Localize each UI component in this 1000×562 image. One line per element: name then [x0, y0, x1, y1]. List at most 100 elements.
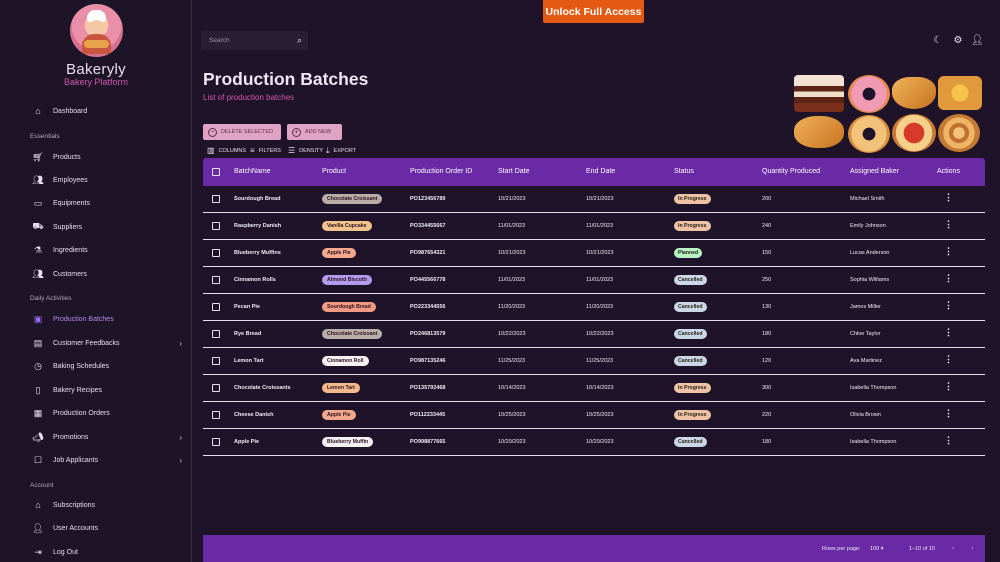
sidebar-item-ingredients[interactable]: ⚗ Ingredients	[30, 241, 188, 259]
more-vertical-icon[interactable]: ⋮	[944, 328, 953, 337]
row-checkbox[interactable]	[212, 303, 220, 311]
cell-baker: Sophia Williams	[850, 277, 890, 283]
row-checkbox[interactable]	[212, 222, 220, 230]
status-badge: Cancelled	[674, 437, 707, 447]
user-gear-icon: 👤︎	[32, 522, 44, 533]
cell-order: PO987135246	[410, 358, 446, 364]
search-icon[interactable]: ⌕	[297, 35, 302, 46]
product-chip: Apple Pie	[322, 248, 356, 258]
column-header[interactable]: End Date	[586, 168, 615, 175]
cell-baker: James Miller	[850, 304, 881, 310]
rows-per-page-select[interactable]: 100 ▾	[870, 546, 883, 552]
row-checkbox[interactable]	[212, 330, 220, 338]
table-row[interactable]: Cinnamon Rolls Almond Biscotti PO445566778…	[203, 267, 985, 294]
table-row[interactable]: Sourdough Bread Chocolate Croissant PO1234…	[203, 186, 985, 213]
user-icon[interactable]: 👤︎	[971, 35, 984, 46]
chevron-right-icon[interactable]: ›	[971, 543, 974, 552]
row-checkbox[interactable]	[212, 357, 220, 365]
sidebar-item-equipments[interactable]: ▭ Equipments	[30, 194, 188, 212]
search-input[interactable]: Search ⌕	[201, 31, 308, 50]
product-chip: Almond Biscotti	[322, 275, 372, 285]
sidebar-item-label: Dashboard	[53, 107, 88, 115]
sidebar-item-label: Products	[53, 153, 81, 161]
pagination-range: 1–10 of 10	[909, 546, 935, 552]
table-row[interactable]: Raspberry Danish Vanilla Cupcake PO3344556…	[203, 213, 985, 240]
cell-order: PO987654321	[410, 250, 446, 256]
cell-order: PO135792468	[410, 385, 446, 391]
status-badge: Cancelled	[674, 302, 707, 312]
row-checkbox[interactable]	[212, 438, 220, 446]
row-checkbox[interactable]	[212, 411, 220, 419]
production-batches-table: BatchName Product Production Order ID St…	[203, 158, 985, 562]
column-header[interactable]: Start Date	[498, 168, 530, 175]
column-header[interactable]: Product	[322, 168, 346, 175]
density-button[interactable]: ☰ DENSITY	[288, 146, 323, 155]
sidebar-item-production-batches[interactable]: ▣ Production Batches	[30, 310, 188, 328]
cell-batch: Rye Bread	[234, 331, 262, 337]
table-row[interactable]: Rye Bread Chocolate Croissant PO246813579 1…	[203, 321, 985, 348]
product-chip: Lemon Tart	[322, 383, 360, 393]
bank-icon: ⌂	[35, 500, 41, 510]
row-checkbox[interactable]	[212, 195, 220, 203]
more-vertical-icon[interactable]: ⋮	[944, 436, 953, 445]
cell-order: PO998877665	[410, 439, 446, 445]
table-row[interactable]: Cheese Danish Apple Pie PO112233445 10/25/2…	[203, 402, 985, 429]
more-vertical-icon[interactable]: ⋮	[944, 220, 953, 229]
column-header[interactable]: Status	[674, 168, 694, 175]
delete-selected-button[interactable]: − DELETE SELECTED	[203, 124, 281, 140]
sidebar-item-label: Suppliers	[53, 223, 83, 231]
more-vertical-icon[interactable]: ⋮	[944, 409, 953, 418]
column-header[interactable]: Production Order ID	[410, 168, 472, 175]
sidebar-item-products[interactable]: 🛒︎ Products	[30, 148, 188, 166]
columns-button[interactable]: ▥ COLUMNS	[207, 146, 246, 155]
sidebar-item-baking-schedules[interactable]: ◷ Baking Schedules	[30, 357, 188, 375]
sidebar-item-job-applicants[interactable]: ☐ Job Applicants ›	[30, 451, 188, 469]
row-checkbox[interactable]	[212, 249, 220, 257]
sidebar-item-subscriptions[interactable]: ⌂ Subscriptions	[30, 496, 188, 514]
unlock-full-access-button[interactable]: Unlock Full Access	[543, 0, 644, 23]
table-row[interactable]: Lemon Tart Cinnamon Roll PO987135246 11/25/…	[203, 348, 985, 375]
pagination-bar: Rows per page: 100 ▾ 1–10 of 10 ‹ ›	[203, 535, 985, 562]
more-vertical-icon[interactable]: ⋮	[944, 355, 953, 364]
sidebar-item-label: Production Batches	[53, 315, 114, 323]
section-account: Account	[30, 482, 54, 489]
more-vertical-icon[interactable]: ⋮	[944, 274, 953, 283]
export-button[interactable]: ⤓ EXPORT	[326, 146, 356, 156]
sidebar-item-user-accounts[interactable]: 👤︎ User Accounts	[30, 519, 188, 537]
cell-start: 10/14/2023	[498, 385, 526, 391]
column-header[interactable]: Assigned Baker	[850, 168, 899, 175]
table-row[interactable]: Chocolate Croissants Lemon Tart PO13579246…	[203, 375, 985, 402]
product-chip: Chocolate Croissant	[322, 329, 383, 339]
sidebar-item-customers[interactable]: 👥︎ Customers	[30, 265, 188, 283]
table-row[interactable]: Blueberry Muffins Apple Pie PO987654321 10/…	[203, 240, 985, 267]
sidebar-item-production-orders[interactable]: ▦ Production Orders	[30, 404, 188, 422]
filter-icon: ≡	[250, 146, 255, 155]
sidebar-item-employees[interactable]: 👥︎ Employees	[30, 171, 188, 189]
filters-button[interactable]: ≡ FILTERS	[250, 146, 281, 155]
gear-icon[interactable]: ⚙	[952, 35, 964, 46]
sidebar-item-bakery-recipes[interactable]: ▯ Bakery Recipes	[30, 381, 188, 399]
moon-icon[interactable]: ☾	[932, 35, 944, 46]
table-row[interactable]: Pecan Pie Sourdough Bread PO223344556 11/20…	[203, 294, 985, 321]
sidebar-item-customer-feedbacks[interactable]: ▤ Customer Feedbacks ›	[30, 334, 188, 352]
table-row[interactable]: Apple Pie Blueberry Muffin PO998877665 10/2…	[203, 429, 985, 456]
sidebar-item-log-out[interactable]: ⇥ Log Out	[30, 543, 188, 561]
more-vertical-icon[interactable]: ⋮	[944, 193, 953, 202]
sidebar-item-label: User Accounts	[53, 524, 99, 532]
sidebar-item-dashboard[interactable]: ⌂ Dashboard	[30, 102, 188, 120]
add-new-button[interactable]: + ADD NEW	[287, 124, 342, 140]
chevron-left-icon[interactable]: ‹	[952, 543, 955, 552]
more-vertical-icon[interactable]: ⋮	[944, 301, 953, 310]
sidebar-item-promotions[interactable]: 📣︎ Promotions ›	[30, 428, 188, 446]
delete-selected-label: DELETE SELECTED	[221, 129, 273, 135]
more-vertical-icon[interactable]: ⋮	[944, 382, 953, 391]
row-checkbox[interactable]	[212, 384, 220, 392]
cell-baker: Isabella Thompson	[850, 385, 897, 391]
columns-icon: ▥	[207, 146, 215, 155]
row-checkbox[interactable]	[212, 276, 220, 284]
sidebar-item-suppliers[interactable]: ⛟ Suppliers	[30, 218, 188, 236]
column-header[interactable]: Quantity Produced	[762, 168, 820, 175]
select-all-checkbox[interactable]	[212, 168, 220, 176]
more-vertical-icon[interactable]: ⋮	[944, 247, 953, 256]
column-header[interactable]: BatchName	[234, 168, 271, 175]
